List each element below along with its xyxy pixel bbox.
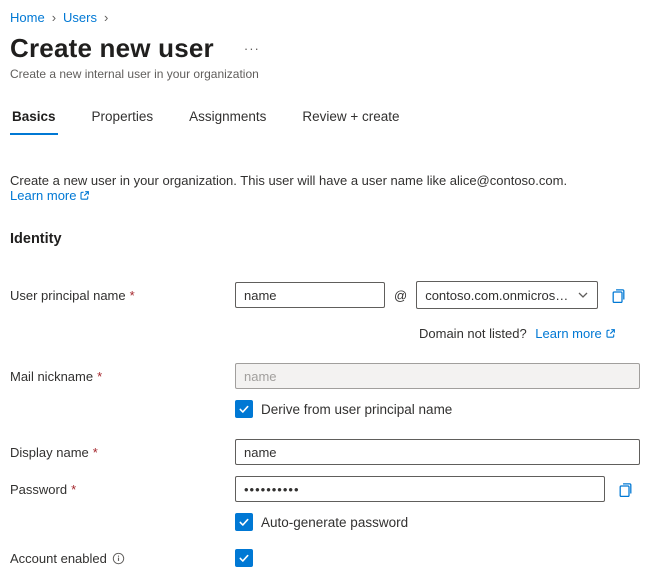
derive-checkbox-row: Derive from user principal name bbox=[235, 400, 640, 418]
chevron-down-icon bbox=[577, 289, 589, 301]
tab-assignments[interactable]: Assignments bbox=[187, 105, 268, 135]
mail-nickname-label: Mail nickname * bbox=[10, 369, 235, 384]
display-name-input[interactable] bbox=[235, 439, 640, 465]
mail-nickname-field-row: Mail nickname * bbox=[10, 363, 640, 389]
tab-properties[interactable]: Properties bbox=[90, 105, 156, 135]
upn-label: User principal name * bbox=[10, 288, 235, 303]
intro-text: Create a new user in your organization. … bbox=[10, 173, 567, 188]
info-icon[interactable] bbox=[112, 552, 125, 565]
intro-paragraph: Create a new user in your organization. … bbox=[10, 173, 640, 203]
domain-dropdown-value: contoso.com.onmicroso… bbox=[425, 288, 571, 303]
upn-at-separator: @ bbox=[394, 288, 407, 303]
account-enabled-field-row: Account enabled bbox=[10, 549, 640, 567]
breadcrumb: Home › Users › bbox=[10, 10, 640, 25]
page-subtitle: Create a new internal user in your organ… bbox=[10, 67, 640, 81]
password-label: Password * bbox=[10, 482, 235, 497]
mail-nickname-input bbox=[235, 363, 640, 389]
domain-help-row: Domain not listed? Learn more bbox=[419, 326, 640, 341]
account-enabled-label-text: Account enabled bbox=[10, 551, 107, 566]
derive-checkbox-label[interactable]: Derive from user principal name bbox=[261, 402, 452, 417]
external-link-icon bbox=[605, 328, 616, 339]
upn-label-text: User principal name bbox=[10, 288, 126, 303]
domain-learn-more-label: Learn more bbox=[535, 326, 601, 341]
tab-bar: Basics Properties Assignments Review + c… bbox=[10, 105, 640, 135]
copy-icon bbox=[617, 481, 634, 498]
required-marker: * bbox=[130, 288, 135, 303]
derive-checkbox[interactable] bbox=[235, 400, 253, 418]
copy-icon bbox=[610, 287, 627, 304]
copy-password-button[interactable] bbox=[615, 479, 636, 500]
identity-section-title: Identity bbox=[10, 231, 640, 247]
autogen-password-checkbox-label[interactable]: Auto-generate password bbox=[261, 515, 408, 530]
display-name-label-text: Display name bbox=[10, 445, 89, 460]
copy-upn-button[interactable] bbox=[608, 285, 629, 306]
password-field-row: Password * bbox=[10, 476, 640, 502]
tab-basics[interactable]: Basics bbox=[10, 105, 58, 135]
breadcrumb-home-link[interactable]: Home bbox=[10, 10, 45, 25]
breadcrumb-users-link[interactable]: Users bbox=[63, 10, 97, 25]
more-menu-button[interactable]: ··· bbox=[240, 41, 264, 56]
domain-dropdown[interactable]: contoso.com.onmicroso… bbox=[416, 281, 598, 309]
account-enabled-checkbox[interactable] bbox=[235, 549, 253, 567]
external-link-icon bbox=[79, 190, 90, 201]
required-marker: * bbox=[97, 369, 102, 384]
domain-help-text: Domain not listed? bbox=[419, 326, 527, 341]
page-title: Create new user bbox=[10, 33, 214, 64]
password-input[interactable] bbox=[235, 476, 605, 502]
account-enabled-label: Account enabled bbox=[10, 551, 235, 566]
intro-learn-more-label: Learn more bbox=[10, 188, 76, 203]
password-label-text: Password bbox=[10, 482, 67, 497]
checkmark-icon bbox=[238, 403, 250, 415]
autogen-password-checkbox-row: Auto-generate password bbox=[235, 513, 640, 531]
create-user-page: Home › Users › Create new user ··· Creat… bbox=[0, 0, 651, 567]
autogen-password-checkbox[interactable] bbox=[235, 513, 253, 531]
page-header: Create new user ··· bbox=[10, 33, 640, 64]
mail-nickname-label-text: Mail nickname bbox=[10, 369, 93, 384]
upn-field-row: User principal name * @ contoso.com.onmi… bbox=[10, 281, 640, 309]
display-name-field-row: Display name * bbox=[10, 439, 640, 465]
required-marker: * bbox=[71, 482, 76, 497]
checkmark-icon bbox=[238, 516, 250, 528]
display-name-label: Display name * bbox=[10, 445, 235, 460]
domain-learn-more-link[interactable]: Learn more bbox=[535, 326, 615, 341]
required-marker: * bbox=[93, 445, 98, 460]
tab-review-create[interactable]: Review + create bbox=[300, 105, 401, 135]
breadcrumb-separator-icon: › bbox=[104, 10, 108, 25]
intro-learn-more-link[interactable]: Learn more bbox=[10, 188, 90, 203]
checkmark-icon bbox=[238, 552, 250, 564]
breadcrumb-separator-icon: › bbox=[52, 10, 56, 25]
upn-input[interactable] bbox=[235, 282, 385, 308]
